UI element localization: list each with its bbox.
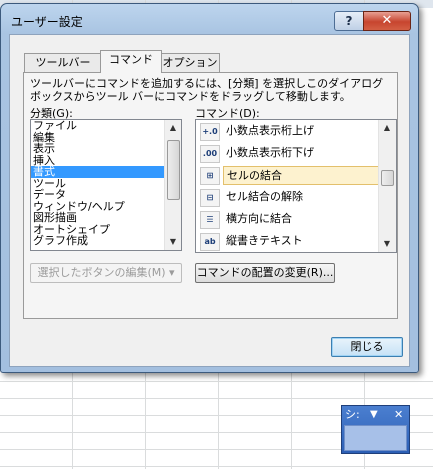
grid-line [0,381,433,382]
toolbar-body [344,425,407,451]
decrease-decimal-icon: .00 [200,145,220,163]
command-label: 小数点表示桁上げ [226,124,314,137]
floating-toolbar[interactable]: シ: ▼ ✕ [341,405,410,454]
command-label: 小数点表示桁下げ [226,146,314,159]
scroll-thumb[interactable] [381,170,394,186]
toolbar-title: シ: [345,408,360,421]
tab-commands[interactable]: コマンド [100,50,162,73]
dialog-client-area: ツールバー コマンド オプション ツールバーにコマンドを追加するには、[分類] … [9,34,410,367]
dialog-title: ユーザー設定 [11,15,83,29]
help-button[interactable]: ? [334,11,364,31]
category-item[interactable]: グラフ作成 [31,235,164,247]
command-item[interactable]: .00 小数点表示桁下げ [197,142,378,164]
commands-list[interactable]: +.0 小数点表示桁上げ .00 小数点表示桁下げ ⊞ セルの結合 ⊟ セル結合… [195,119,397,253]
close-window-button[interactable]: ✕ [363,11,411,31]
dropdown-arrow-icon[interactable]: ▼ [370,408,378,422]
command-item[interactable]: ab 縦書きテキスト [197,230,378,252]
instruction-text: ツールバーにコマンドを追加するには、[分類] を選択しこのダイアログ ボックスか… [30,77,384,103]
command-label: 縦書きテキスト [226,234,303,247]
categories-list[interactable]: ファイル 編集 表示 挿入 書式 ツール データ ウィンドウ/ヘルプ 図形描画 … [30,119,182,251]
categories-scrollbar[interactable]: ▲ ▼ [164,120,181,250]
merge-cells-icon: ⊞ [200,167,220,185]
modify-selection-button[interactable]: 選択したボタンの編集(M) ▾ [30,263,182,283]
command-label: 横方向に結合 [226,212,292,225]
increase-decimal-icon: +.0 [200,123,220,141]
merge-across-icon: ☰ [200,211,220,229]
scroll-up-icon[interactable]: ▲ [165,120,181,136]
close-icon[interactable]: ✕ [394,408,403,422]
scroll-down-icon[interactable]: ▼ [165,234,181,250]
commands-tab-panel: ツールバーにコマンドを追加するには、[分類] を選択しこのダイアログ ボックスか… [23,72,398,319]
category-item[interactable]: 表示 [31,143,164,155]
command-item[interactable]: +.0 小数点表示桁上げ [197,120,378,142]
command-label: セルの結合 [223,166,388,185]
scroll-thumb[interactable] [167,140,180,200]
grid-line [0,466,433,467]
command-item[interactable]: ⊟ セル結合の解除 [197,186,378,208]
tab-toolbars[interactable]: ツールバー [24,53,102,72]
vertical-text-icon: ab [200,233,220,251]
category-item[interactable]: ファイル [31,120,164,132]
command-item-selected[interactable]: ⊞ セルの結合 [197,164,388,186]
unmerge-cells-icon: ⊟ [200,189,220,207]
scroll-down-icon[interactable]: ▼ [379,236,395,252]
category-item[interactable]: データ [31,189,164,201]
grid-line [0,398,433,399]
rearrange-commands-button[interactable]: コマンドの配置の変更(R)... [195,263,335,283]
tab-options[interactable]: オプション [160,53,220,72]
close-button[interactable]: 閉じる [331,337,403,357]
commands-scrollbar[interactable]: ▲ ▼ [378,120,396,252]
category-item-selected[interactable]: 書式 [31,166,164,178]
command-label: セル結合の解除 [226,190,303,203]
scroll-up-icon[interactable]: ▲ [379,120,395,136]
customize-dialog: ユーザー設定 ? ✕ ツールバー コマンド オプション ツールバーにコマンドを追… [0,3,419,373]
command-item[interactable]: ☰ 横方向に結合 [197,208,378,230]
categories-items: ファイル 編集 表示 挿入 書式 ツール データ ウィンドウ/ヘルプ 図形描画 … [31,120,164,247]
category-item[interactable]: 図形描画 [31,212,164,224]
